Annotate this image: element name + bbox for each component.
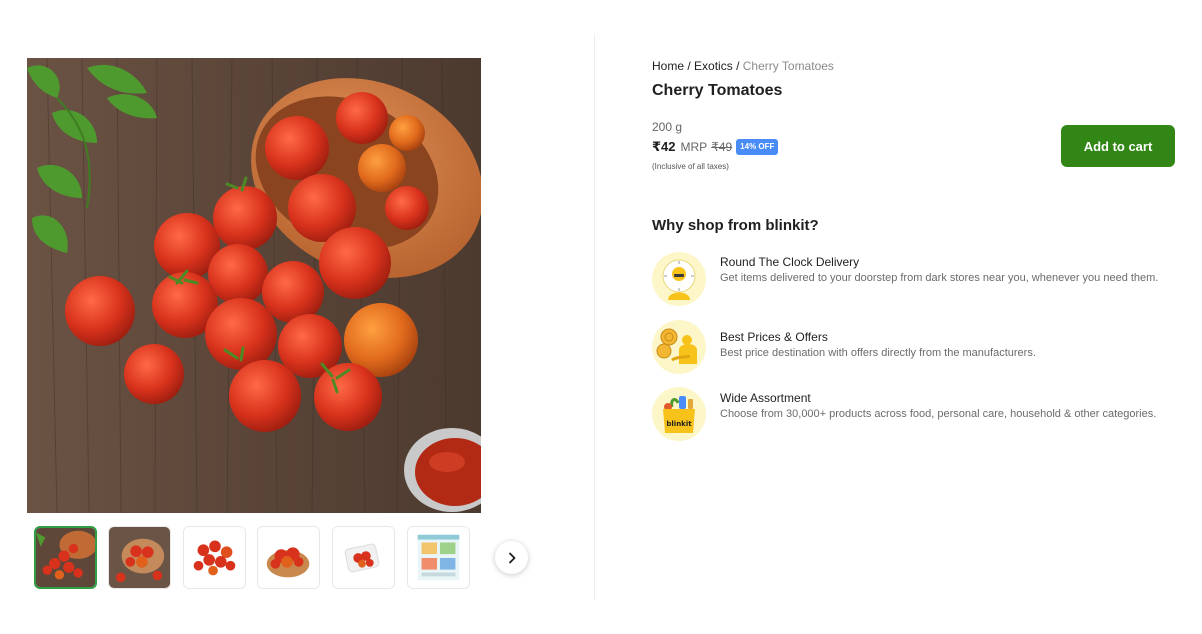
thumbnail-2[interactable] [108, 526, 171, 589]
chevron-right-icon [508, 552, 515, 563]
discount-badge: 14% OFF [736, 139, 779, 155]
feature-title: Best Prices & Offers [720, 330, 828, 344]
breadcrumb-exotics[interactable]: Exotics [694, 59, 733, 73]
breadcrumb-home[interactable]: Home [652, 59, 684, 73]
breadcrumb-separator: / [687, 59, 691, 73]
feature-description: Best price destination with offers direc… [720, 347, 1036, 359]
bag-label: blinkit [666, 420, 692, 428]
mrp-price: ₹49 [711, 140, 733, 154]
add-to-cart-button[interactable]: Add to cart [1061, 125, 1175, 167]
mrp-label: MRP [680, 140, 708, 154]
thumbnail-3[interactable] [183, 526, 246, 589]
feature-description: Choose from 30,000+ products across food… [720, 408, 1157, 420]
thumbnail-5[interactable] [332, 526, 395, 589]
tax-note: (Inclusive of all taxes) [652, 162, 729, 171]
selling-price: ₹42 [652, 139, 676, 154]
product-title: Cherry Tomatoes [652, 82, 783, 99]
thumbnail-6[interactable] [407, 526, 470, 589]
price-row: ₹42 MRP ₹49 14% OFF [652, 139, 779, 155]
breadcrumb-separator: / [736, 59, 740, 73]
next-thumbnails-button[interactable] [495, 541, 528, 574]
breadcrumb-current: Cherry Tomatoes [742, 59, 834, 73]
product-weight: 200 g [652, 120, 683, 134]
best-prices-icon [652, 320, 706, 374]
feature-title: Wide Assortment [720, 391, 811, 405]
feature-title: Round The Clock Delivery [720, 255, 860, 269]
product-main-image [27, 58, 481, 513]
delivery-clock-icon [652, 252, 706, 306]
column-divider [594, 34, 595, 600]
grocery-bag-icon: blinkit [652, 387, 706, 441]
thumbnail-1[interactable] [34, 526, 97, 589]
why-shop-heading: Why shop from blinkit? [652, 217, 819, 234]
thumbnail-4[interactable] [257, 526, 320, 589]
feature-description: Get items delivered to your doorstep fro… [720, 272, 1159, 284]
breadcrumb: Home / Exotics / Cherry Tomatoes [652, 59, 834, 73]
